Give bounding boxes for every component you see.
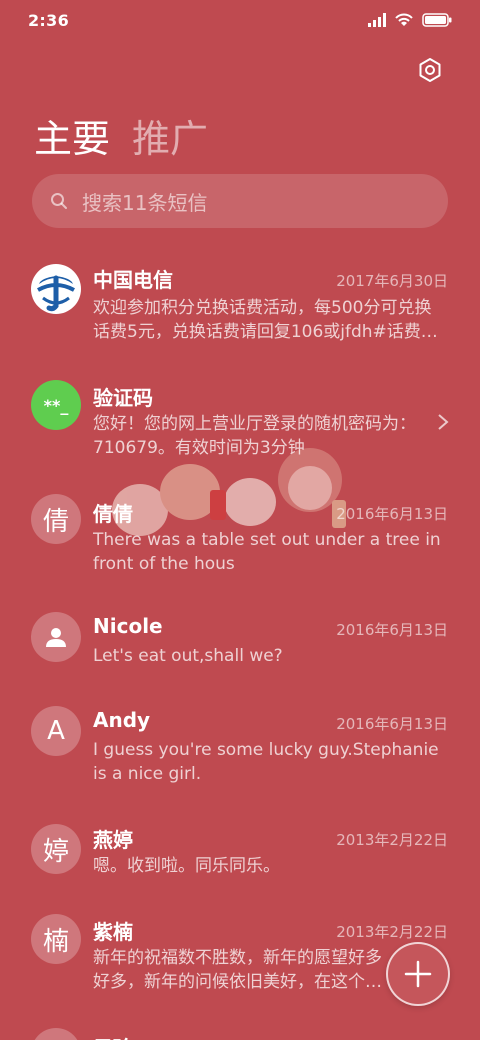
battery-icon <box>422 13 452 27</box>
avatar-letter: 倩 <box>31 494 81 544</box>
conversation-name: 子玲 <box>93 1032 133 1040</box>
china-telecom-logo-icon <box>32 265 80 313</box>
conversation-row[interactable]: **_ 验证码 您好！您的网上营业厅登录的随机密码为：710679。有效时间为3… <box>0 374 480 474</box>
conversation-preview: 您好！您的网上营业厅登录的随机密码为：710679。有效时间为3分钟 <box>93 414 416 458</box>
status-icons <box>368 13 452 27</box>
search-icon <box>51 193 67 209</box>
conversation-preview: 嗯。收到啦。同乐同乐。 <box>93 856 280 876</box>
conversation-preview: 新年的祝福数不胜数，新年的愿望好多好多，新年的问候依旧美好，在这个温馨的时刻 <box>93 948 382 992</box>
new-message-button[interactable] <box>386 942 450 1006</box>
conversation-date: 2016年6月13日 <box>336 621 448 639</box>
avatar-default <box>31 612 81 662</box>
settings-button[interactable] <box>416 56 444 84</box>
conversation-name: 倩倩 <box>93 502 133 526</box>
conversation-date: 2016年6月13日 <box>336 715 448 733</box>
chevron-right-icon <box>438 414 449 430</box>
gear-icon <box>419 58 441 82</box>
search-bar[interactable]: 搜索11条短信 <box>32 174 448 228</box>
search-placeholder: 搜索11条短信 <box>82 190 208 215</box>
conversation-preview: I guess you're some lucky guy.Stephanie … <box>93 740 439 784</box>
tab-main[interactable]: 主要 <box>34 108 110 163</box>
wifi-icon <box>395 13 413 26</box>
conversation-name: 燕婷 <box>93 828 133 852</box>
conversation-row[interactable]: A Andy 2016年6月13日 I guess you're some lu… <box>0 702 480 802</box>
tab-promotions[interactable]: 推广 <box>132 108 208 163</box>
tabs: 主要 推广 <box>34 108 208 163</box>
conversation-row[interactable]: 婷 燕婷 2013年2月22日 嗯。收到啦。同乐同乐。 <box>0 820 480 900</box>
avatar-letter: 婷 <box>31 824 81 874</box>
conversation-row[interactable]: 中国电信 2017年6月30日 欢迎参加积分兑换话费活动，每500分可兑换话费5… <box>0 246 480 356</box>
conversation-name: 验证码 <box>93 386 153 410</box>
avatar-verification: **_ <box>31 380 81 430</box>
status-time: 2:36 <box>28 10 69 30</box>
conversation-name: 中国电信 <box>93 268 173 292</box>
plus-icon <box>404 960 432 988</box>
signal-icon <box>368 13 386 27</box>
avatar-letter: 楠 <box>31 914 81 964</box>
conversation-preview: 欢迎参加积分兑换话费活动，每500分可兑换话费5元，兑换话费请回复106或jfd… <box>93 298 438 342</box>
conversation-date: 2013年2月22日 <box>336 923 448 941</box>
conversation-name: 紫楠 <box>93 920 133 944</box>
conversation-preview: There was a table set out under a tree i… <box>93 530 441 574</box>
person-icon <box>46 628 66 647</box>
conversation-row[interactable]: 倩 倩倩 2016年6月13日 There was a table set ou… <box>0 490 480 590</box>
conversation-name: Andy <box>93 708 151 732</box>
conversation-row[interactable]: Nicole 2016年6月13日 Let's eat out,shall we… <box>0 608 480 688</box>
avatar-letter <box>31 1028 81 1040</box>
conversation-row[interactable]: 子玲 <box>0 1026 480 1040</box>
conversation-date: 2017年6月30日 <box>336 272 448 290</box>
avatar-china-telecom <box>31 264 81 314</box>
conversation-name: Nicole <box>93 614 163 638</box>
status-bar: 2:36 <box>0 0 480 40</box>
avatar-letter: A <box>31 706 81 756</box>
conversation-date: 2016年6月13日 <box>336 505 448 523</box>
conversation-preview: Let's eat out,shall we? <box>93 646 283 666</box>
conversation-date: 2013年2月22日 <box>336 831 448 849</box>
